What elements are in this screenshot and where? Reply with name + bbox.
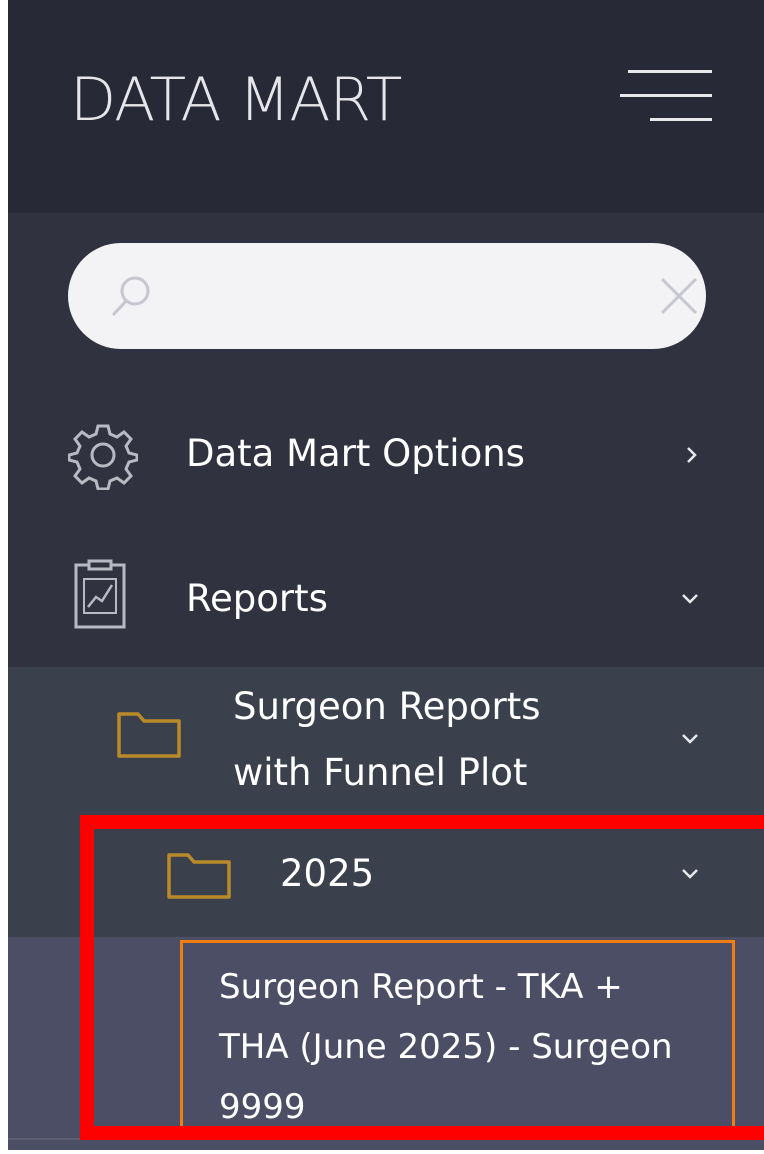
sidebar-header: DATA MART: [8, 0, 764, 213]
hamburger-menu-icon[interactable]: [620, 70, 712, 128]
folder-2025[interactable]: 2025: [8, 830, 764, 930]
search-bar: [68, 243, 706, 349]
nav-item-label: Reports: [186, 577, 328, 620]
close-icon[interactable]: [654, 271, 704, 321]
folder-icon: [117, 712, 181, 758]
folder-label-line1: Surgeon Reports: [233, 685, 541, 728]
folder-label-line2: with Funnel Plot: [233, 751, 528, 794]
clipboard-chart-icon: [74, 559, 126, 629]
folder-icon: [167, 853, 231, 899]
chevron-down-icon: [682, 594, 698, 604]
gear-icon: [68, 424, 138, 490]
chevron-right-icon: [687, 447, 697, 463]
report-label-line2: THA (June 2025) - Surgeon: [219, 1027, 673, 1067]
chevron-down-icon: [682, 734, 698, 744]
divider: [8, 1138, 764, 1140]
report-item-label: Surgeon Report - TKA + THA (June 2025) -…: [219, 957, 719, 1137]
report-label-line3: 9999: [219, 1087, 306, 1127]
nav-item-label: Data Mart Options: [186, 432, 525, 475]
chevron-down-icon: [682, 869, 698, 879]
app-title: DATA MART: [70, 65, 402, 135]
folder-label: 2025: [280, 852, 375, 895]
folder-surgeon-reports-with-funnel-plot[interactable]: Surgeon Reports with Funnel Plot: [8, 667, 764, 812]
sidebar: DATA MART Data Mart Options Reports Surg…: [8, 0, 764, 1150]
nav-item-reports[interactable]: Reports: [8, 545, 764, 655]
nav-item-data-mart-options[interactable]: Data Mart Options: [8, 400, 764, 510]
search-input[interactable]: [178, 263, 612, 331]
search-icon: [112, 276, 150, 316]
report-label-line1: Surgeon Report - TKA +: [219, 967, 623, 1007]
report-item-surgeon-report[interactable]: Surgeon Report - TKA + THA (June 2025) -…: [180, 940, 735, 1133]
